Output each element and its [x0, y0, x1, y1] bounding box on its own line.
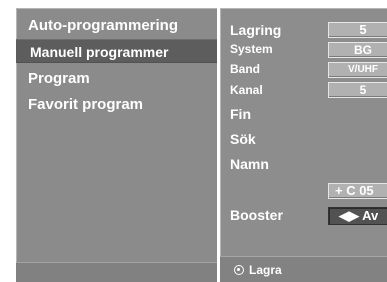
- menu-panel: Auto-programmering Manuell programmer Pr…: [16, 8, 217, 282]
- system-value[interactable]: BG: [328, 42, 387, 58]
- menu-item-label: Program: [28, 70, 90, 87]
- band-value[interactable]: V/UHF: [328, 62, 387, 78]
- save-label: Lagra: [249, 263, 282, 277]
- menu-item-auto-programming[interactable]: Auto-programmering: [16, 14, 217, 38]
- search-value[interactable]: + C 05: [328, 183, 387, 199]
- booster-label: Booster: [230, 207, 283, 223]
- channel-value[interactable]: 5: [328, 82, 387, 98]
- storage-label: Lagring: [230, 22, 282, 38]
- name-label[interactable]: Namn: [230, 156, 269, 172]
- save-button[interactable]: Lagra: [234, 261, 282, 279]
- storage-value[interactable]: 5: [328, 22, 387, 38]
- booster-value[interactable]: ◀▶ Av: [328, 207, 387, 225]
- menu-item-program[interactable]: Program: [16, 67, 217, 91]
- channel-label: Kanal: [230, 83, 263, 97]
- fine-label[interactable]: Fin: [230, 106, 251, 122]
- menu-item-favorite-program[interactable]: Favorit program: [16, 93, 217, 117]
- search-label[interactable]: Sök: [230, 131, 256, 147]
- system-label: System: [230, 42, 273, 56]
- tv-osd-screen: Auto-programmering Manuell programmer Pr…: [0, 0, 387, 282]
- ok-button-icon: [234, 265, 244, 275]
- menu-item-label: Auto-programmering: [28, 17, 178, 34]
- menu-item-manual-programming[interactable]: Manuell programmer: [16, 39, 217, 63]
- menu-item-label: Favorit program: [28, 96, 144, 113]
- menu-footer-band: [16, 262, 217, 282]
- band-label: Band: [230, 62, 260, 76]
- settings-panel: Lagring 5 System BG Band V/UHF Kanal 5 F…: [220, 8, 387, 282]
- menu-item-label: Manuell programmer: [30, 44, 169, 60]
